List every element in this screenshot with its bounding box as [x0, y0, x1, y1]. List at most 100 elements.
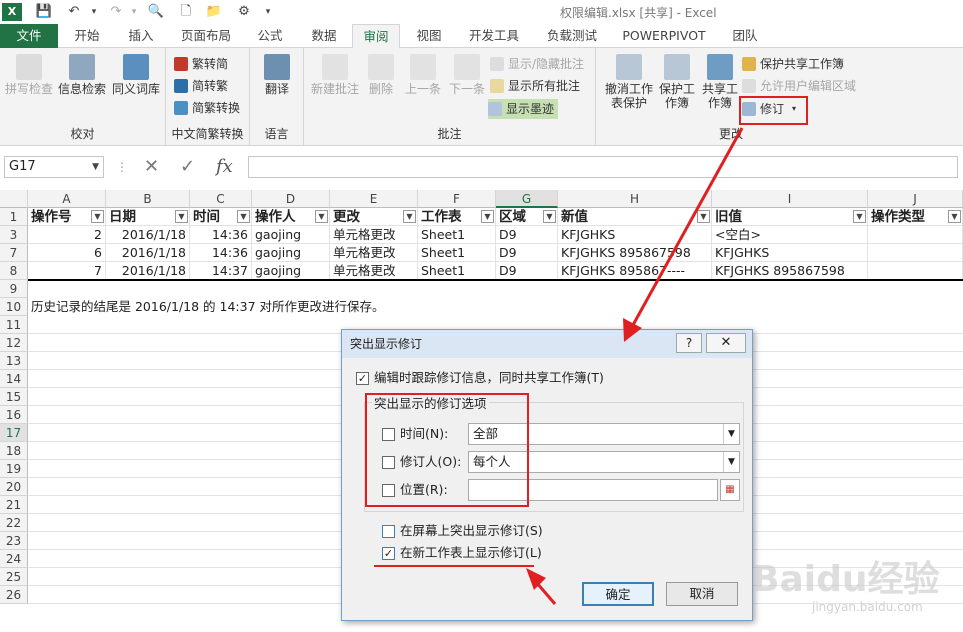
table-cell[interactable]: Sheet1	[418, 226, 496, 244]
table-cell[interactable]: KFJGHKS 895867----	[558, 262, 712, 280]
customize-qat-icon[interactable]: ▾	[258, 3, 278, 21]
row-header[interactable]: 11	[0, 316, 28, 334]
table-cell[interactable]	[868, 262, 963, 280]
table-cell[interactable]: D9	[496, 244, 558, 262]
column-header[interactable]: E	[330, 190, 418, 208]
close-icon[interactable]: ✕	[706, 333, 746, 353]
column-header[interactable]: C	[190, 190, 252, 208]
thesaurus-button[interactable]: 同义词库	[110, 54, 162, 96]
chevron-down-icon[interactable]: ▼	[723, 452, 739, 472]
tab-team[interactable]: 团队	[720, 24, 770, 48]
tab-developer[interactable]: 开发工具	[458, 24, 530, 48]
row-header[interactable]: 13	[0, 352, 28, 370]
filter-dropdown-icon[interactable]: ▼	[403, 210, 416, 223]
column-header[interactable]: D	[252, 190, 330, 208]
who-checkbox[interactable]	[382, 456, 395, 469]
table-cell[interactable]	[868, 226, 963, 244]
name-box-dropdown-icon[interactable]: ▼	[92, 157, 99, 177]
filter-dropdown-icon[interactable]: ▼	[237, 210, 250, 223]
redo-icon[interactable]: ↷	[106, 3, 126, 21]
history-note[interactable]: 历史记录的结尾是 2016/1/18 的 14:37 对所作更改进行保存。	[28, 298, 628, 316]
convert-button[interactable]: 简繁转换	[174, 98, 240, 118]
save-icon[interactable]: 💾	[34, 3, 54, 21]
show-hide-comment-button[interactable]: 显示/隐藏批注	[490, 54, 584, 74]
row-header[interactable]: 18	[0, 442, 28, 460]
table-cell[interactable]: KFJGHKS 895867598	[558, 244, 712, 262]
row-header[interactable]: 15	[0, 388, 28, 406]
delete-comment-button[interactable]: 删除	[364, 54, 398, 96]
column-header[interactable]: F	[418, 190, 496, 208]
new-comment-button[interactable]: 新建批注	[308, 54, 362, 96]
share-workbook-button[interactable]: 共享工作簿	[700, 54, 740, 110]
table-cell[interactable]: gaojing	[252, 244, 330, 262]
tab-data[interactable]: 数据	[300, 24, 348, 48]
table-cell[interactable]: KFJGHKS 895867598	[712, 262, 868, 280]
column-header[interactable]: G	[496, 190, 558, 208]
row-header[interactable]: 1	[0, 208, 28, 226]
row-header[interactable]: 7	[0, 244, 28, 262]
tab-review[interactable]: 审阅	[352, 24, 400, 49]
row-header[interactable]: 8	[0, 262, 28, 280]
filter-dropdown-icon[interactable]: ▼	[315, 210, 328, 223]
row-header[interactable]: 22	[0, 514, 28, 532]
enter-icon[interactable]: ✓	[180, 156, 195, 178]
column-header[interactable]: J	[868, 190, 963, 208]
row-header[interactable]: 12	[0, 334, 28, 352]
row-header[interactable]: 19	[0, 460, 28, 478]
t2s-button[interactable]: 繁转简	[174, 54, 228, 74]
table-cell[interactable]: 单元格更改	[330, 244, 418, 262]
table-cell[interactable]: 2016/1/18	[106, 226, 190, 244]
tab-powerpivot[interactable]: POWERPIVOT	[614, 24, 714, 48]
filter-active-icon[interactable]: ▼	[543, 210, 556, 223]
table-cell[interactable]: 2	[28, 226, 106, 244]
translate-button[interactable]: 翻译	[254, 54, 300, 96]
select-all-corner[interactable]	[0, 190, 28, 208]
show-all-comments-button[interactable]: 显示所有批注	[490, 76, 580, 96]
table-cell[interactable]	[868, 244, 963, 262]
table-cell[interactable]: KFJGHKS	[712, 244, 868, 262]
s2t-button[interactable]: 简转繁	[174, 76, 228, 96]
column-header[interactable]: I	[712, 190, 868, 208]
table-cell[interactable]: 7	[28, 262, 106, 280]
track-checkbox[interactable]: ✓	[356, 372, 369, 385]
table-cell[interactable]: 6	[28, 244, 106, 262]
next-comment-button[interactable]: 下一条	[446, 54, 488, 96]
table-cell[interactable]: 14:36	[190, 226, 252, 244]
when-select[interactable]: 全部 ▼	[468, 423, 740, 445]
protect-shared-workbook-button[interactable]: 保护共享工作簿	[742, 54, 844, 74]
table-cell[interactable]: 单元格更改	[330, 262, 418, 280]
open-folder-icon[interactable]: 📁	[204, 3, 224, 21]
where-checkbox[interactable]	[382, 484, 395, 497]
onscreen-checkbox[interactable]	[382, 525, 395, 538]
table-cell[interactable]: D9	[496, 262, 558, 280]
unprotect-sheet-button[interactable]: 撤消工作表保护	[604, 54, 654, 110]
protect-workbook-button[interactable]: 保护工作簿	[656, 54, 698, 110]
when-checkbox[interactable]	[382, 428, 395, 441]
tab-home[interactable]: 开始	[62, 24, 112, 48]
row-header[interactable]: 9	[0, 280, 28, 298]
table-cell[interactable]: gaojing	[252, 262, 330, 280]
newsheet-checkbox[interactable]: ✓	[382, 547, 395, 560]
cancel-icon[interactable]: ✕	[144, 156, 159, 178]
tab-formulas[interactable]: 公式	[246, 24, 294, 48]
cancel-button[interactable]: 取消	[666, 582, 738, 606]
show-ink-button[interactable]: 显示墨迹	[488, 99, 559, 119]
column-header[interactable]: H	[558, 190, 712, 208]
tab-load-test[interactable]: 负载测试	[536, 24, 608, 48]
spell-check-button[interactable]: 拼写检查	[4, 54, 54, 96]
table-cell[interactable]: 2016/1/18	[106, 262, 190, 280]
tab-insert[interactable]: 插入	[116, 24, 166, 48]
row-header[interactable]: 16	[0, 406, 28, 424]
undo-dropdown-icon[interactable]: ▾	[84, 3, 104, 21]
where-input[interactable]	[468, 479, 718, 501]
previous-comment-button[interactable]: 上一条	[402, 54, 444, 96]
table-cell[interactable]: 2016/1/18	[106, 244, 190, 262]
new-file-icon[interactable]: 🗋	[176, 3, 196, 21]
help-icon[interactable]: ?	[676, 333, 702, 353]
column-header[interactable]: A	[28, 190, 106, 208]
print-preview-icon[interactable]: 🔍	[146, 3, 166, 21]
range-select-icon[interactable]: ▦	[720, 479, 740, 501]
insert-function-icon[interactable]: fx	[216, 156, 233, 178]
research-button[interactable]: 信息检索	[56, 54, 108, 96]
row-header[interactable]: 23	[0, 532, 28, 550]
